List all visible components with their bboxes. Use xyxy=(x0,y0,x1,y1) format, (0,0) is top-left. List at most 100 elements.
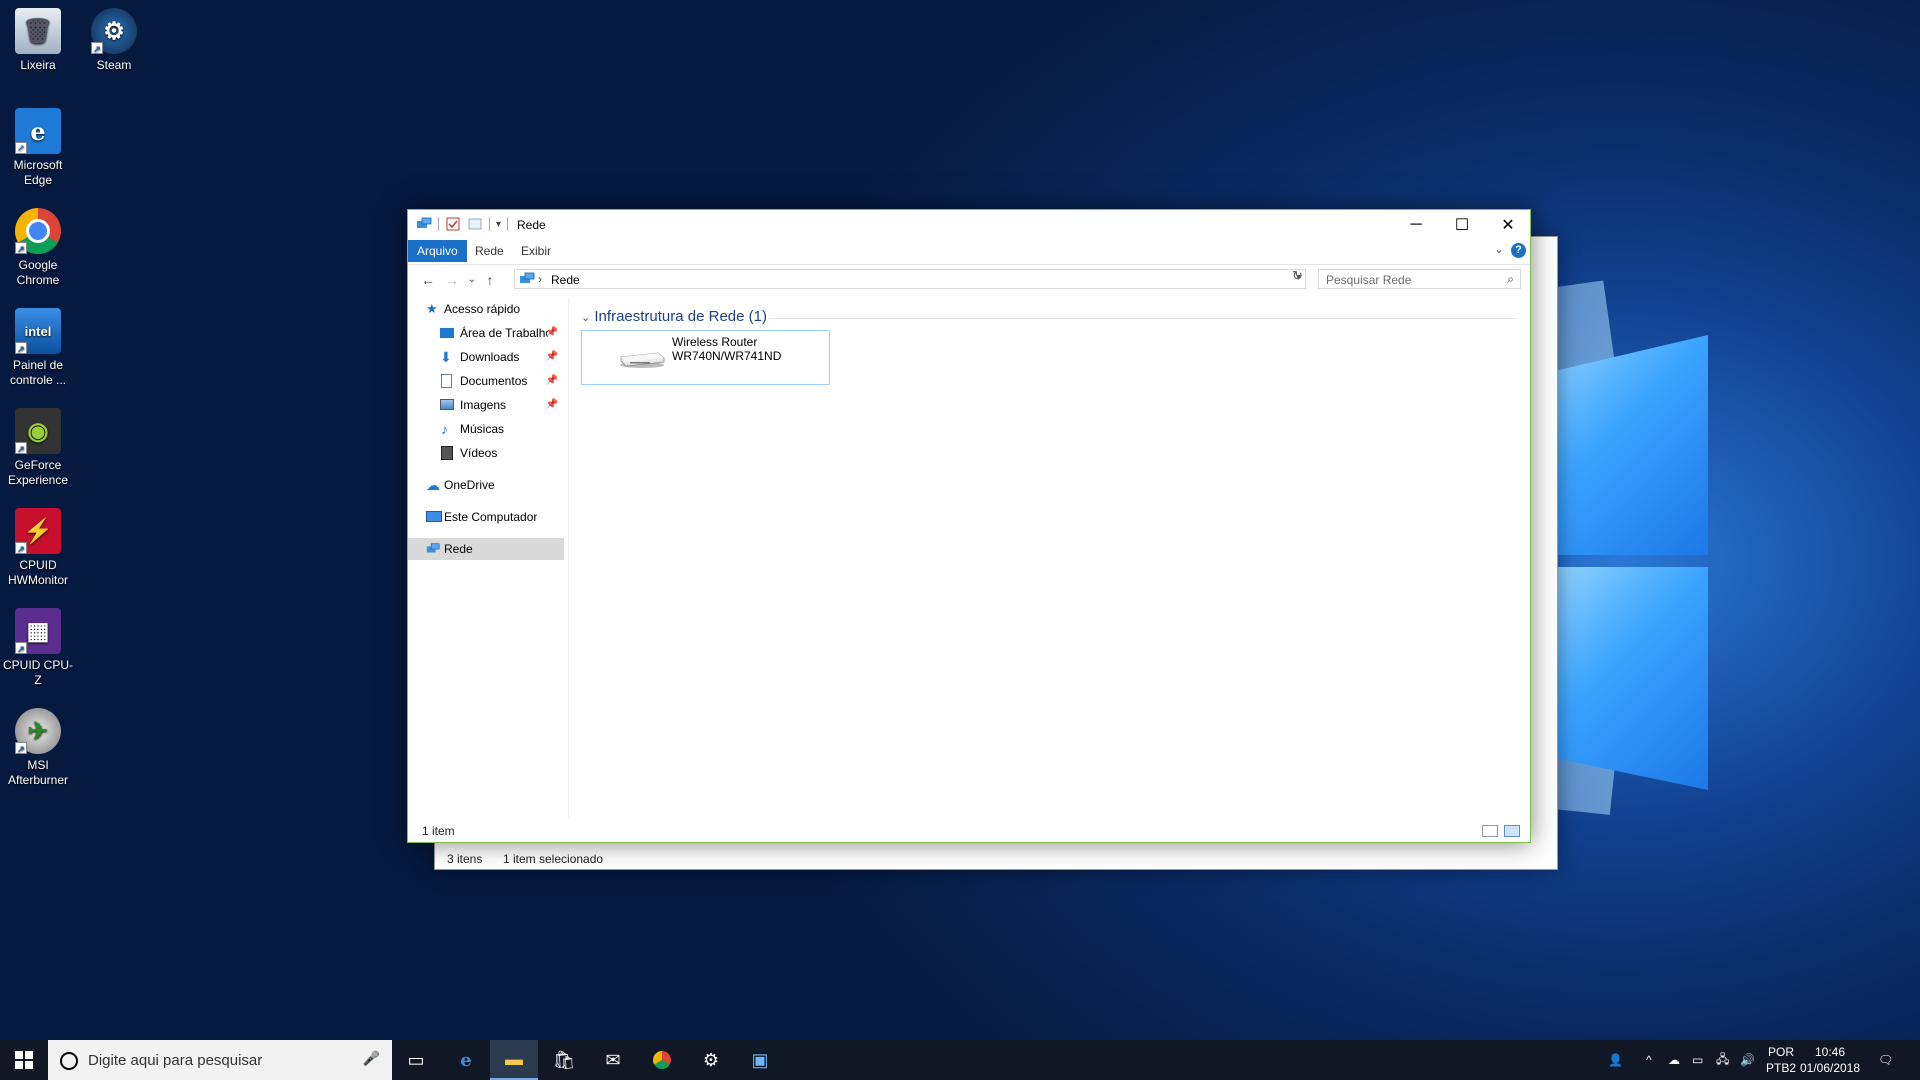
back-status-count: 3 itens xyxy=(447,852,483,866)
people-icon[interactable]: 👤 xyxy=(1608,1040,1623,1080)
show-hidden-icons-chevron-icon[interactable]: ^ xyxy=(1646,1040,1652,1080)
up-arrow-icon[interactable]: ↑ xyxy=(480,271,500,289)
minimize-button[interactable]: ─ xyxy=(1393,210,1439,240)
desktop-icon-hwmonitor[interactable]: ⚡ ↗ CPUID HWMonitor xyxy=(0,500,76,588)
collapse-group-chevron-icon[interactable]: ⌄ xyxy=(581,312,590,324)
pin-icon: 📌 xyxy=(545,375,558,386)
sidebar-item-quick-access[interactable]: ★ Acesso rápido xyxy=(408,298,564,320)
sidebar-item-this-pc[interactable]: Este Computador xyxy=(408,506,564,528)
network-tray-icon[interactable]: 🖧 xyxy=(1716,1040,1729,1080)
desktop-icon-chrome[interactable]: ↗ Google Chrome xyxy=(0,200,76,288)
sidebar-item-pictures[interactable]: Imagens 📌 xyxy=(408,394,564,416)
edge-icon: e ↗ xyxy=(15,108,61,154)
sidebar-item-desktop[interactable]: Área de Trabalho 📌 xyxy=(408,322,564,344)
group-divider xyxy=(769,318,1517,319)
desktop-icon-cpuz[interactable]: ▦ ↗ CPUID CPU-Z xyxy=(0,600,76,688)
intel-taskbar-icon[interactable]: ▣ xyxy=(736,1040,784,1080)
language-code: POR xyxy=(1768,1045,1795,1059)
desktop-icon-edge[interactable]: e ↗ Microsoft Edge xyxy=(0,100,76,188)
start-button[interactable] xyxy=(0,1040,48,1080)
tab-rede[interactable]: Rede xyxy=(466,240,513,262)
pin-icon: 📌 xyxy=(545,327,558,338)
desktop-icon-afterburner[interactable]: ✈ ↗ MSI Afterburner xyxy=(0,700,76,788)
desktop-icon-geforce[interactable]: ◉ ↗ GeForce Experience xyxy=(0,400,76,488)
cortana-icon xyxy=(60,1052,78,1070)
desktop-icon-steam[interactable]: ⚙ ↗ Steam xyxy=(76,0,152,73)
input-language[interactable]: POR PTB2 xyxy=(1766,1044,1796,1076)
task-view-icon[interactable]: ▭ xyxy=(392,1040,440,1080)
properties-icon[interactable] xyxy=(445,216,461,232)
title-bar[interactable]: ▾ Rede ─ ☐ ✕ xyxy=(408,210,1530,240)
sidebar-item-onedrive[interactable]: ☁ OneDrive xyxy=(408,474,564,496)
film-icon xyxy=(441,446,453,460)
tab-exibir[interactable]: Exibir xyxy=(512,240,560,262)
network-device-item[interactable]: Wireless Router WR740N/WR741ND xyxy=(581,330,830,385)
file-explorer-taskbar-icon[interactable]: ▬ xyxy=(490,1040,538,1080)
search-placeholder[interactable]: Pesquisar Rede xyxy=(1326,273,1411,287)
help-icon[interactable]: ? xyxy=(1511,243,1526,258)
group-header[interactable]: ⌄ Infraestrutura de Rede (1) xyxy=(581,308,767,325)
windows-start-icon xyxy=(15,1051,33,1069)
search-icon[interactable]: ⌕ xyxy=(1507,272,1514,287)
pictures-icon xyxy=(440,399,454,410)
edge-taskbar-icon[interactable]: e xyxy=(442,1040,490,1080)
sidebar-item-label: Imagens xyxy=(460,398,507,412)
refresh-icon[interactable]: ↻ xyxy=(1292,268,1303,284)
content-pane[interactable]: ⌄ Infraestrutura de Rede (1) Wireless Ro… xyxy=(573,298,1523,818)
action-center-icon[interactable]: 🗨 xyxy=(1878,1040,1893,1080)
mail-taskbar-icon[interactable]: ✉ xyxy=(589,1040,637,1080)
store-taskbar-icon[interactable]: 🛍 xyxy=(540,1040,588,1080)
chrome-taskbar-icon[interactable] xyxy=(638,1040,686,1080)
taskbar-search-placeholder[interactable]: Digite aqui para pesquisar xyxy=(88,1052,262,1069)
windows-logo-wallpaper xyxy=(1558,335,1708,790)
sidebar-item-label: Área de Trabalho xyxy=(460,326,548,340)
sidebar-item-downloads[interactable]: ⬇ Downloads 📌 xyxy=(408,346,564,368)
sidebar-item-music[interactable]: ♪ Músicas xyxy=(408,418,564,440)
sidebar-item-videos[interactable]: Vídeos xyxy=(408,442,564,464)
chrome-icon: ↗ xyxy=(15,208,61,254)
sidebar-item-label: OneDrive xyxy=(444,478,495,492)
keyboard-layout: PTB2 xyxy=(1766,1061,1797,1075)
forward-arrow-icon[interactable]: → xyxy=(442,271,462,289)
onedrive-tray-icon[interactable]: ☁ xyxy=(1668,1040,1680,1080)
tiles-view-icon[interactable] xyxy=(1504,825,1520,837)
sidebar-item-network[interactable]: Rede xyxy=(408,538,564,560)
pane-divider[interactable] xyxy=(568,298,569,818)
router-icon xyxy=(620,352,665,368)
maximize-button[interactable]: ☐ xyxy=(1439,210,1485,240)
sidebar-item-label: Documentos xyxy=(460,374,528,388)
volume-icon[interactable]: 🔊 xyxy=(1740,1040,1755,1080)
status-item-count: 1 item xyxy=(422,824,455,838)
breadcrumb-chevron-icon[interactable]: › xyxy=(538,272,542,286)
sidebar-item-label: Downloads xyxy=(460,350,520,364)
close-button[interactable]: ✕ xyxy=(1485,210,1531,240)
clock[interactable]: 10:46 01/06/2018 xyxy=(1796,1044,1864,1076)
taskbar-search-box[interactable]: Digite aqui para pesquisar 🎤 xyxy=(48,1040,392,1080)
music-note-icon: ♪ xyxy=(441,421,448,437)
explorer-window[interactable]: ▾ Rede ─ ☐ ✕ Arquivo Rede Exibir ⌄ ? ← →… xyxy=(407,209,1531,843)
new-folder-icon[interactable] xyxy=(467,216,483,232)
quick-access-toolbar: ▾ xyxy=(416,216,509,232)
back-arrow-icon[interactable]: ← xyxy=(418,271,438,289)
battery-tray-icon[interactable]: ▭ xyxy=(1692,1040,1703,1080)
settings-gear-icon[interactable]: ⚙ xyxy=(687,1040,735,1080)
recent-locations-chevron-icon[interactable]: ⌄ xyxy=(462,271,482,289)
sidebar-item-label: Rede xyxy=(444,542,473,556)
address-path[interactable]: Rede xyxy=(551,273,580,287)
search-box[interactable]: Pesquisar Rede ⌕ xyxy=(1318,269,1521,289)
details-view-icon[interactable] xyxy=(1482,825,1498,837)
network-icon xyxy=(426,543,440,553)
document-icon xyxy=(441,374,452,388)
address-bar[interactable]: › Rede ▾ xyxy=(514,269,1306,289)
microphone-icon[interactable]: 🎤 xyxy=(363,1050,380,1067)
desktop-icon-intel-panel[interactable]: intel ↗ Painel de controle ... xyxy=(0,300,76,388)
desktop-icon-lixeira[interactable]: 🗑 Lixeira xyxy=(0,0,76,73)
desktop-icon-label: CPUID HWMonitor xyxy=(7,558,68,587)
taskbar: Digite aqui para pesquisar 🎤 ▭ e ▬ 🛍 ✉ ⚙… xyxy=(0,1040,1920,1080)
tab-arquivo[interactable]: Arquivo xyxy=(408,240,467,262)
sidebar-item-documents[interactable]: Documentos 📌 xyxy=(408,370,564,392)
back-status-selected: 1 item selecionado xyxy=(503,852,604,866)
expand-ribbon-chevron-icon[interactable]: ⌄ xyxy=(1494,242,1504,256)
customize-qat-chevron-icon[interactable]: ▾ xyxy=(496,219,501,230)
clock-date: 01/06/2018 xyxy=(1799,1061,1861,1075)
